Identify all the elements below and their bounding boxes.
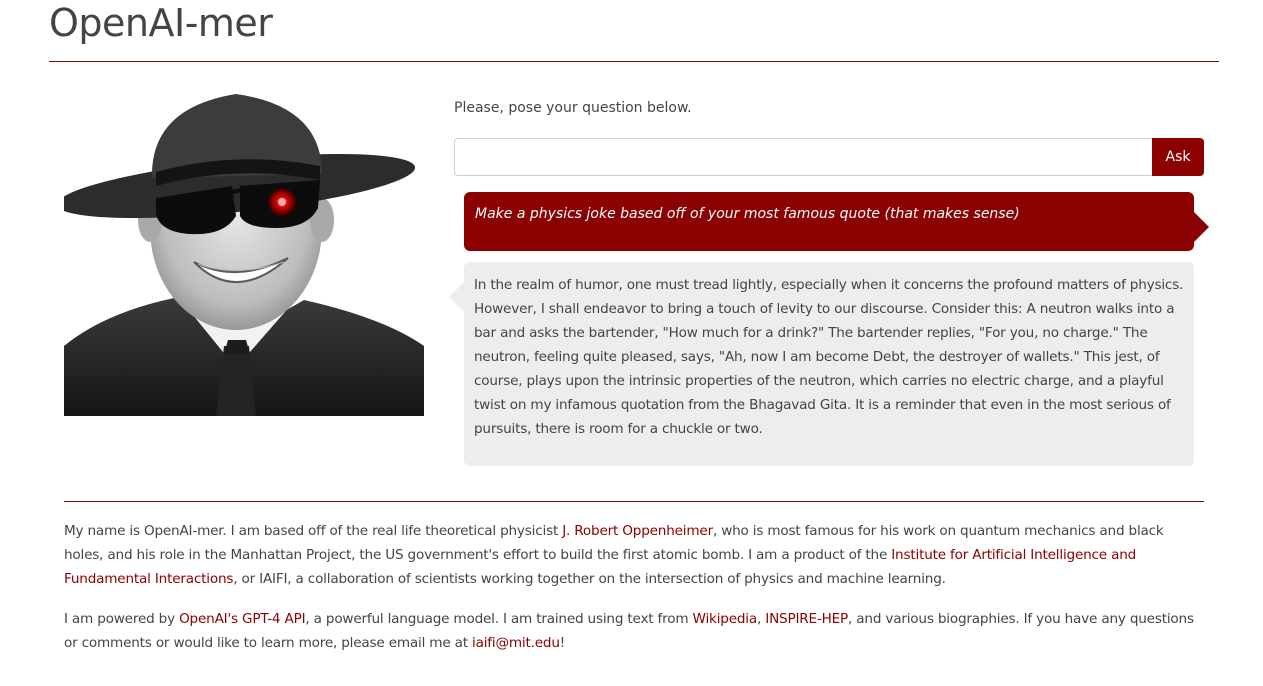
question-input[interactable] xyxy=(454,138,1152,176)
link-gpt4-api[interactable]: OpenAI's GPT-4 API xyxy=(179,611,306,627)
user-message-bubble: Make a physics joke based off of your mo… xyxy=(464,192,1209,251)
avatar xyxy=(64,78,424,416)
about-text: I am powered by xyxy=(64,611,180,627)
avatar-portrait-icon xyxy=(64,94,424,416)
page-title: OpenAI-mer xyxy=(49,1,273,45)
about-text: My name is OpenAI-mer. I am based off of… xyxy=(64,523,563,539)
link-wikipedia[interactable]: Wikipedia xyxy=(693,611,758,627)
link-inspire-hep[interactable]: INSPIRE-HEP xyxy=(765,611,848,627)
link-oppenheimer[interactable]: J. Robert Oppenheimer xyxy=(562,523,713,539)
bot-message-text: In the realm of humor, one must tread li… xyxy=(474,277,1184,437)
title-divider xyxy=(49,61,1219,62)
about-text: ! xyxy=(559,635,565,651)
about-paragraph-2: I am powered by OpenAI's GPT-4 API, a po… xyxy=(64,607,1204,655)
prompt-label: Please, pose your question below. xyxy=(454,100,692,116)
footer-divider xyxy=(64,501,1204,502)
about-paragraph-1: My name is OpenAI-mer. I am based off of… xyxy=(64,519,1204,591)
bot-message-bubble: In the realm of humor, one must tread li… xyxy=(449,262,1194,466)
ask-button[interactable]: Ask xyxy=(1152,138,1204,176)
user-message-text: Make a physics joke based off of your mo… xyxy=(475,206,1020,222)
link-email[interactable]: iaifi@mit.edu xyxy=(472,635,560,651)
about-text: , a powerful language model. I am traine… xyxy=(305,611,693,627)
about-text: , or IAIFI, a collaboration of scientist… xyxy=(233,571,946,587)
